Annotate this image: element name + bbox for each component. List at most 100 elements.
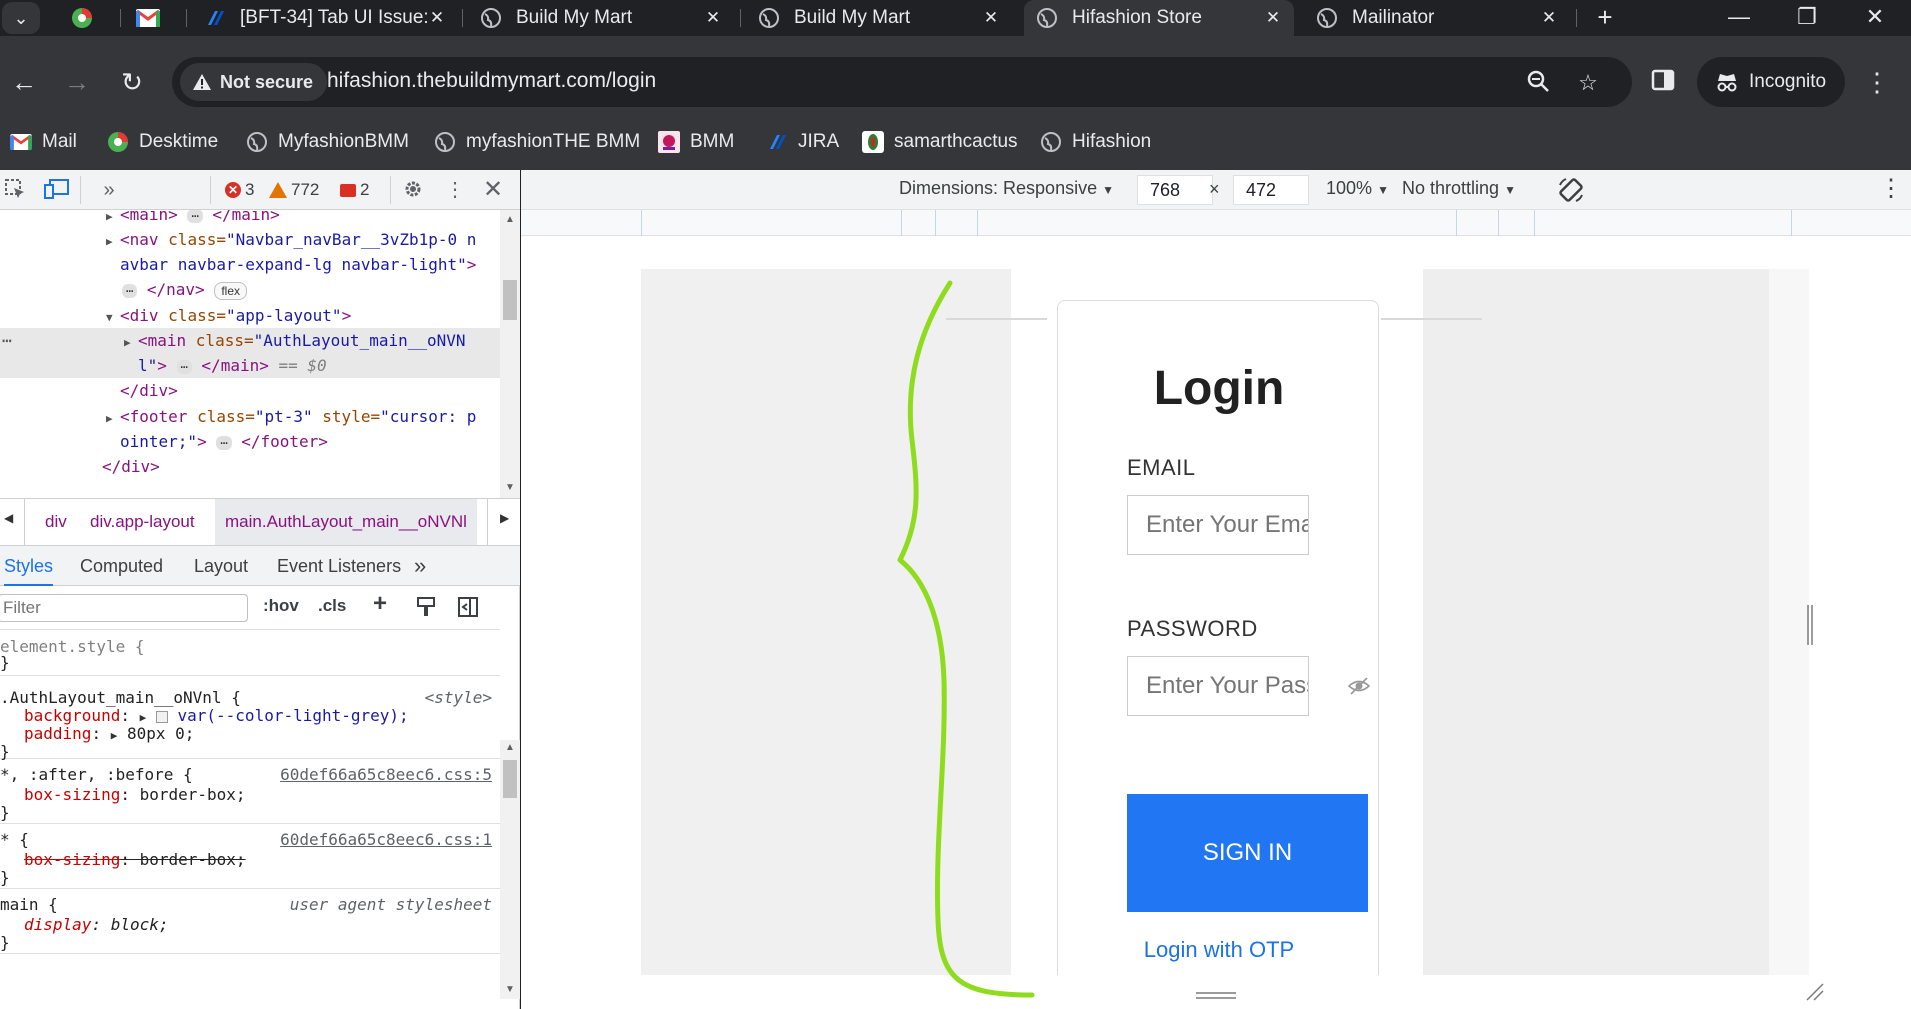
tab-layout[interactable]: Layout — [194, 546, 248, 586]
rotate-button[interactable] — [1557, 176, 1585, 209]
tab-mailinator[interactable]: Mailinator ✕ — [1304, 0, 1570, 36]
viewport-resize-corner[interactable] — [1803, 980, 1825, 1002]
collapsed-content-ellipsis[interactable]: ⋯ — [176, 360, 192, 374]
flex-badge[interactable]: flex — [214, 282, 247, 300]
breadcrumb-app-layout[interactable]: div.app-layout — [90, 499, 195, 545]
bookmark-bmm[interactable]: BMM — [658, 131, 734, 153]
error-count[interactable]: ✕ 3 — [225, 180, 254, 200]
rule-selector[interactable]: main { — [0, 895, 58, 914]
login-with-otp-link[interactable]: Login with OTP — [1058, 937, 1380, 963]
devtools-menu-button[interactable]: ⋮ — [442, 178, 468, 202]
viewport-resize-handle-bottom[interactable] — [1196, 988, 1236, 999]
scroll-up-icon[interactable]: ▲ — [505, 214, 515, 225]
dom-node-main-selected-wrap[interactable]: l"> ⋯ </main> == $0 — [0, 353, 500, 378]
password-field[interactable] — [1127, 656, 1309, 716]
viewport-width-input[interactable]: 768 — [1137, 175, 1213, 205]
dom-node-nav[interactable]: ▶ <nav class="Navbar_navBar__3vZb1p-0 n — [0, 227, 500, 252]
tab-build-my-mart-2[interactable]: Build My Mart ✕ — [746, 0, 1012, 36]
tab-pinned-gmail[interactable] — [124, 4, 172, 32]
scroll-down-icon[interactable]: ▼ — [505, 984, 515, 995]
viewport-height-input[interactable]: 472 — [1233, 175, 1309, 205]
close-window-button[interactable]: ✕ — [1841, 0, 1909, 34]
restore-button[interactable]: ❐ — [1773, 0, 1841, 34]
inspect-element-button[interactable] — [2, 178, 28, 202]
close-icon[interactable]: ✕ — [1540, 8, 1558, 28]
hover-state-toggle[interactable]: :hov — [263, 596, 299, 616]
class-toggle[interactable]: .cls — [318, 596, 346, 616]
tab-hifashion-store[interactable]: Hifashion Store ✕ — [1024, 0, 1294, 36]
more-panels-button[interactable]: » — [96, 178, 122, 202]
minimize-button[interactable]: — — [1705, 0, 1773, 34]
styles-scroll-thumb[interactable] — [503, 760, 517, 798]
new-style-rule-button[interactable]: + — [373, 590, 387, 618]
collapse-triangle-icon[interactable]: ▼ — [106, 305, 120, 330]
sign-in-button[interactable]: SIGN IN — [1127, 794, 1368, 912]
breadcrumb-scroll-right-icon[interactable]: ▶ — [500, 511, 509, 525]
styles-filter-input[interactable] — [0, 594, 248, 622]
media-query-ruler[interactable] — [521, 210, 1911, 236]
elements-scrollbar[interactable]: ▲ ▼ — [500, 210, 520, 498]
rule-selector[interactable]: *, :after, :before { — [0, 765, 193, 784]
bookmark-mail[interactable]: Mail — [10, 131, 77, 153]
collapsed-content-ellipsis[interactable]: ⋯ — [187, 210, 203, 223]
throttling-select[interactable]: No throttling ▼ — [1402, 178, 1516, 199]
tab-search-button[interactable]: ⌄ — [2, 2, 40, 34]
rule-selector[interactable]: * { — [0, 830, 29, 849]
zoom-button[interactable] — [1524, 69, 1552, 97]
scroll-up-icon[interactable]: ▲ — [505, 742, 515, 753]
back-button[interactable]: ← — [6, 64, 42, 100]
color-swatch[interactable] — [155, 710, 168, 723]
url-text[interactable]: hifashion.thebuildmymart.com/login — [327, 69, 656, 93]
dom-node-main-selected[interactable]: ⋯ ▶ <main class="AuthLayout_main__oNVN — [0, 328, 500, 353]
close-icon[interactable]: ✕ — [982, 8, 1000, 28]
collapsed-content-ellipsis[interactable]: ⋯ — [122, 284, 138, 298]
styles-scrollbar[interactable]: ▲ ▼ — [500, 740, 520, 999]
bookmark-jira[interactable]: JIRA — [766, 131, 839, 153]
close-icon[interactable]: ✕ — [428, 8, 446, 28]
new-tab-button[interactable]: + — [1590, 2, 1620, 32]
bookmark-hifashion[interactable]: Hifashion — [1040, 131, 1151, 153]
bookmark-myfashionthe-bmm[interactable]: myfashionTHE BMM — [434, 131, 640, 153]
devtools-settings-button[interactable] — [400, 178, 426, 202]
site-info-button[interactable]: Not secure — [180, 63, 328, 101]
issue-count[interactable]: 2 — [340, 180, 369, 200]
tab-build-my-mart-1[interactable]: Build My Mart ✕ — [468, 0, 734, 36]
device-toolbar-toggle[interactable] — [44, 178, 70, 202]
close-icon[interactable]: ✕ — [704, 8, 722, 28]
scroll-down-icon[interactable]: ▼ — [505, 482, 515, 493]
collapsed-content-ellipsis[interactable]: ⋯ — [216, 436, 232, 450]
more-tabs-button[interactable]: » — [414, 546, 426, 586]
elements-scroll-thumb[interactable] — [503, 280, 517, 320]
rule-source-link[interactable]: 60def66a65c8eec6.css:5 — [280, 764, 492, 786]
warning-count[interactable]: 772 — [269, 180, 319, 200]
bookmark-star-button[interactable]: ☆ — [1574, 69, 1602, 97]
tab-styles[interactable]: Styles — [4, 546, 54, 586]
address-bar[interactable]: Not secure hifashion.thebuildmymart.com/… — [172, 57, 1632, 107]
close-devtools-button[interactable]: ✕ — [480, 178, 506, 202]
incognito-profile-button[interactable]: Incognito — [1697, 57, 1845, 107]
expand-triangle-icon[interactable]: ▶ — [124, 330, 138, 355]
toggle-sidebar-button[interactable] — [457, 596, 479, 623]
tab-pinned-desktime[interactable] — [58, 4, 106, 32]
viewport-resize-handle-right[interactable] — [1806, 605, 1814, 645]
dom-node-footer[interactable]: ▶ <footer class="pt-3" style="cursor: p — [0, 404, 500, 429]
breadcrumb-scroll-left-icon[interactable]: ◀ — [4, 511, 13, 525]
dom-node-main[interactable]: ▶ <main> ⋯ </main> — [0, 210, 500, 227]
breadcrumb-div[interactable]: div — [45, 499, 67, 545]
expand-triangle-icon[interactable]: ▶ — [106, 406, 120, 431]
zoom-select[interactable]: 100% ▼ — [1326, 178, 1389, 199]
expand-triangle-icon[interactable]: ▶ — [106, 229, 120, 254]
dimensions-select[interactable]: Dimensions: Responsive ▼ — [899, 178, 1114, 199]
dom-node-app-layout[interactable]: ▼ <div class="app-layout"> — [0, 303, 500, 328]
rendering-emulation-button[interactable] — [416, 596, 436, 623]
side-panel-button[interactable] — [1645, 64, 1681, 100]
close-icon[interactable]: ✕ — [1264, 8, 1282, 28]
bookmark-samarthcactus[interactable]: samarthcactus — [862, 131, 1018, 153]
breadcrumb-main-selected[interactable]: main.AuthLayout_main__oNVNl — [215, 499, 477, 545]
eye-icon[interactable] — [1348, 675, 1370, 697]
forward-button[interactable]: → — [59, 64, 95, 100]
tab-jira-issue[interactable]: [BFT-34] Tab UI Issue: ✕ — [192, 0, 458, 36]
tab-computed[interactable]: Computed — [80, 546, 163, 586]
chrome-menu-button[interactable]: ⋮ — [1862, 64, 1892, 100]
bookmark-desktime[interactable]: Desktime — [107, 131, 218, 153]
